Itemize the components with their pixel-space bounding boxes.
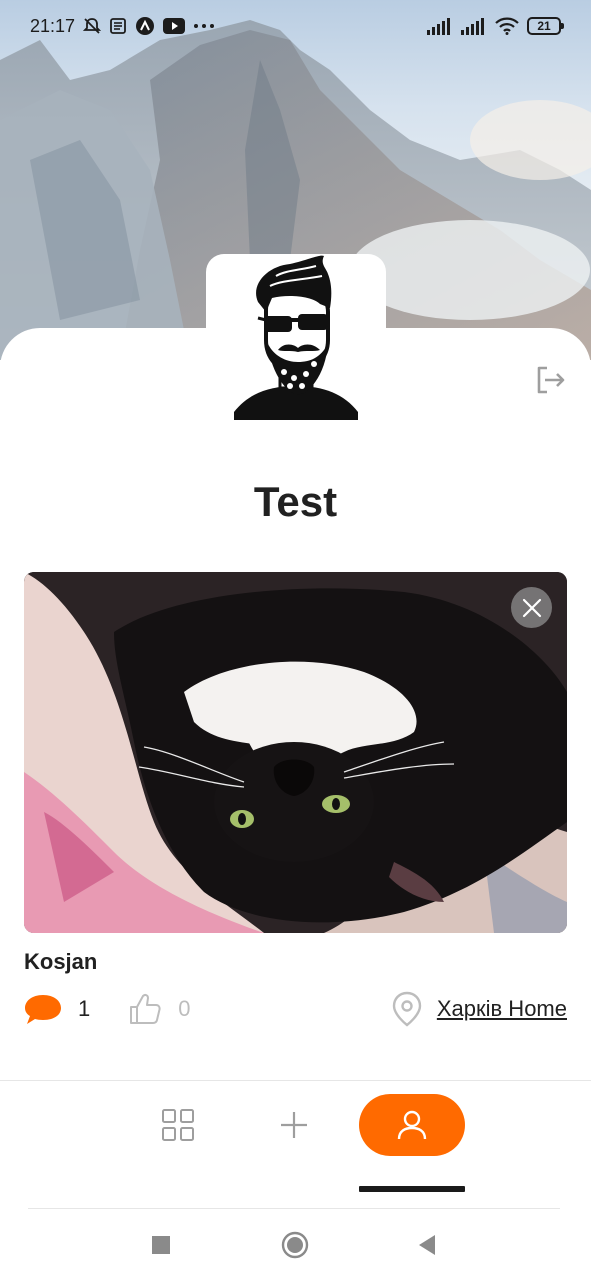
- like-button[interactable]: 0: [128, 992, 191, 1026]
- post-title[interactable]: Kosjan: [24, 949, 97, 975]
- more-dots-icon: [193, 23, 215, 29]
- app-icon: [135, 16, 155, 36]
- cat-photo: [24, 572, 567, 933]
- notes-icon: [109, 17, 127, 35]
- logout-button[interactable]: [533, 362, 569, 398]
- mute-bell-icon: [83, 17, 102, 35]
- status-bar: 21:17 21: [0, 0, 591, 52]
- active-tab-indicator: [359, 1186, 465, 1192]
- recents-button[interactable]: [146, 1230, 176, 1260]
- back-triangle-icon: [419, 1235, 435, 1255]
- battery-indicator: 21: [527, 17, 564, 35]
- comment-icon: [25, 995, 61, 1024]
- thumbs-up-icon: [130, 993, 161, 1024]
- comments-count: 1: [78, 996, 91, 1021]
- youtube-icon: [163, 18, 186, 34]
- post-image[interactable]: [24, 572, 567, 933]
- location-link[interactable]: Харків Home: [437, 996, 567, 1022]
- home-button[interactable]: [280, 1230, 310, 1260]
- status-time: 21:17: [30, 15, 76, 36]
- system-nav-divider: [28, 1208, 560, 1209]
- close-icon: [522, 598, 541, 617]
- tab-add-post[interactable]: [264, 1094, 324, 1156]
- user-icon: [397, 1110, 427, 1140]
- remove-post-button[interactable]: [511, 587, 552, 628]
- post-meta: 1 0 Харків Home: [24, 990, 567, 1028]
- tabbar-divider: [0, 1080, 591, 1081]
- location-pin-icon: [392, 991, 422, 1027]
- profile-name: Test: [253, 478, 338, 525]
- signal-icon: [427, 17, 453, 35]
- signal-icon: [461, 17, 487, 35]
- avatar[interactable]: [206, 254, 386, 432]
- system-navigation-bar: [0, 1222, 591, 1266]
- post-location[interactable]: Харків Home: [391, 991, 567, 1027]
- tab-feed[interactable]: [148, 1094, 208, 1156]
- wifi-icon: [495, 17, 519, 35]
- bottom-tab-bar: [0, 1094, 591, 1156]
- comments-button[interactable]: 1: [24, 993, 90, 1025]
- recents-square-icon: [152, 1236, 170, 1254]
- logout-icon: [537, 366, 565, 394]
- home-circle-icon: [281, 1231, 309, 1259]
- back-button[interactable]: [412, 1230, 442, 1260]
- tab-profile[interactable]: [359, 1094, 465, 1156]
- bearded-man-avatar: [234, 255, 358, 420]
- plus-icon: [281, 1112, 307, 1138]
- likes-count: 0: [178, 996, 191, 1021]
- grid-icon: [162, 1109, 194, 1141]
